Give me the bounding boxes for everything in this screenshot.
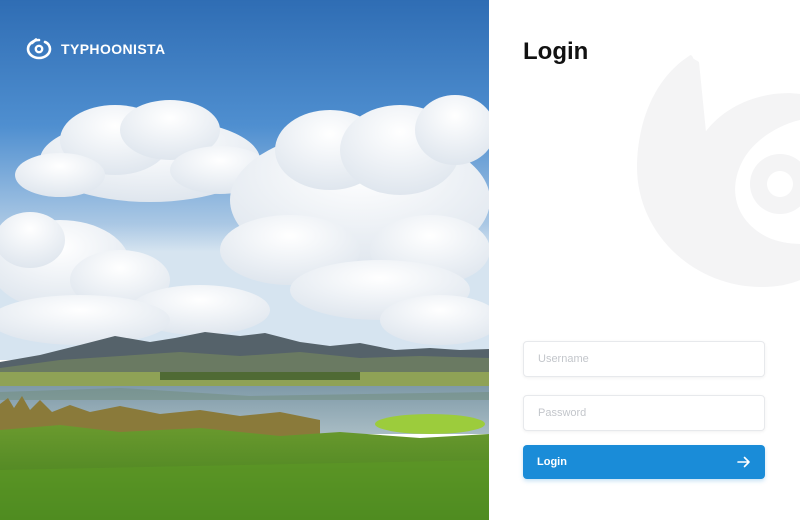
password-field[interactable] bbox=[523, 395, 765, 431]
typhoon-logo-icon bbox=[26, 38, 52, 60]
login-button-label: Login bbox=[537, 456, 567, 468]
arrow-right-icon bbox=[737, 456, 750, 468]
brand-logo[interactable]: TYPHOONISTA bbox=[25, 38, 165, 60]
password-input[interactable] bbox=[524, 396, 764, 430]
login-panel: Login Login bbox=[489, 0, 800, 520]
page-title: Login bbox=[523, 38, 589, 65]
brand-name: TYPHOONISTA bbox=[61, 41, 166, 57]
login-button[interactable]: Login bbox=[523, 445, 765, 479]
hero-image: TYPHOONISTA bbox=[0, 0, 489, 520]
username-field[interactable] bbox=[523, 341, 765, 377]
username-input[interactable] bbox=[524, 342, 764, 376]
typhoon-watermark-icon bbox=[637, 55, 800, 287]
landscape-photo bbox=[0, 0, 489, 520]
